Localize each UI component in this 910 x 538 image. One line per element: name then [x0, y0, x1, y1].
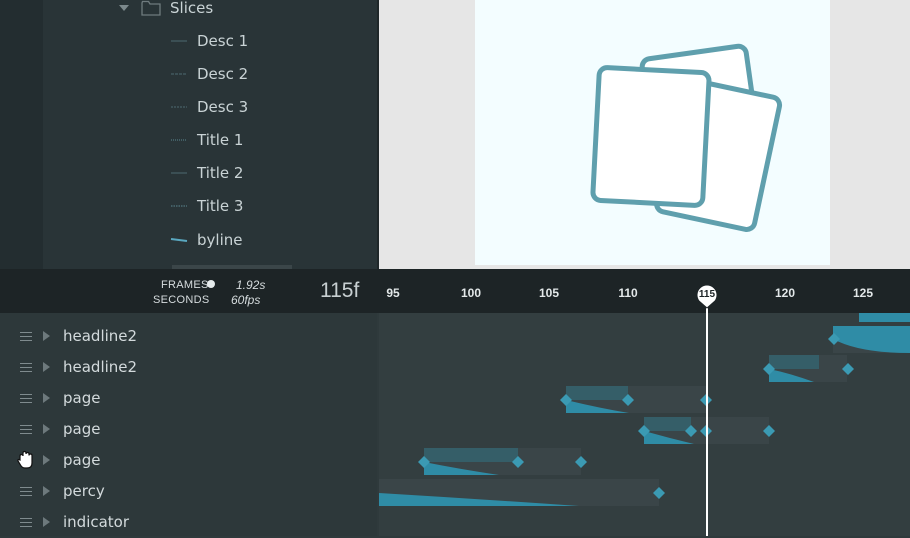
layer-label: Desc 2 — [197, 64, 249, 83]
layer-label: Title 2 — [197, 163, 244, 182]
ruler-tick: 95 — [386, 286, 400, 300]
layer-thumbnail-icon — [171, 204, 187, 207]
track-row[interactable]: page — [0, 383, 377, 414]
timeline-ruler[interactable]: 95 100 105 110 120 125 — [379, 269, 910, 313]
chevron-right-icon[interactable] — [43, 362, 50, 372]
layer-thumbnail-icon — [170, 237, 188, 242]
layer-item[interactable]: Desc 2 — [0, 57, 377, 90]
track-name: page — [63, 389, 101, 407]
timeline-body[interactable] — [379, 313, 910, 536]
track-name: page — [63, 451, 101, 469]
layer-item[interactable]: byline — [0, 223, 377, 256]
drag-handle-icon[interactable] — [20, 425, 32, 434]
frames-label: FRAMES — [161, 279, 209, 291]
tween-bar[interactable] — [424, 448, 581, 475]
layer-label: Desc 1 — [197, 31, 249, 50]
layer-thumbnail-icon — [171, 138, 187, 141]
hand-grab-icon — [17, 450, 33, 469]
layer-thumbnail-icon — [171, 40, 187, 41]
ruler-tick: 125 — [852, 286, 874, 300]
layer-label: Desc 3 — [197, 97, 249, 116]
drag-handle-icon[interactable] — [20, 518, 32, 527]
drag-handle-icon[interactable] — [20, 363, 32, 372]
track-list: headline2 headline2 page page page percy… — [0, 313, 377, 536]
track-name: headline2 — [63, 327, 138, 345]
keyframe-tracks — [379, 313, 910, 506]
track-row[interactable]: indicator — [0, 507, 377, 538]
fps-value: 60fps — [231, 293, 261, 307]
stacked-cards-illustration — [590, 43, 783, 232]
drag-handle-icon[interactable] — [20, 394, 32, 403]
ruler-tick: 105 — [538, 286, 560, 300]
layer-label: Title 1 — [197, 130, 244, 149]
chevron-right-icon[interactable] — [43, 517, 50, 527]
frames-mode-radio[interactable] — [207, 280, 215, 288]
chevron-down-icon[interactable] — [119, 4, 129, 11]
seconds-value: 1.92s — [236, 278, 266, 292]
track-name: headline2 — [63, 358, 138, 376]
track-name: percy — [63, 482, 105, 500]
chevron-right-icon[interactable] — [43, 486, 50, 496]
folder-icon — [141, 0, 161, 16]
current-frame-display[interactable]: 115f — [320, 279, 359, 303]
layer-thumbnail-icon — [171, 172, 187, 173]
ruler-tick: 100 — [460, 286, 482, 300]
track-row[interactable]: page — [0, 414, 377, 445]
layers-panel: Slices Desc 1 Desc 2 Desc 3 Title 1 Titl… — [0, 0, 377, 269]
track-name: page — [63, 420, 101, 438]
track-row[interactable]: percy — [0, 476, 377, 507]
tween-bar[interactable] — [566, 386, 706, 413]
ruler-tick: 110 — [618, 286, 638, 300]
folder-label: Slices — [170, 0, 214, 17]
chevron-right-icon[interactable] — [43, 455, 50, 465]
layer-item[interactable]: Title 2 — [0, 156, 377, 189]
layer-item[interactable]: Desc 3 — [0, 90, 377, 123]
layer-thumbnail-icon — [171, 106, 187, 107]
layer-label: byline — [197, 230, 243, 249]
layer-item[interactable]: Title 3 — [0, 189, 377, 222]
ruler-tick: 120 — [774, 286, 796, 300]
chevron-right-icon[interactable] — [43, 393, 50, 403]
artboard[interactable] — [475, 0, 830, 265]
layer-label: Title 3 — [197, 196, 244, 215]
drag-handle-icon[interactable] — [20, 332, 32, 341]
tween-bar[interactable] — [833, 313, 910, 353]
tween-bar[interactable] — [379, 479, 659, 506]
layer-item[interactable]: Desc 1 — [0, 24, 377, 57]
track-row[interactable]: headline2 — [0, 352, 377, 383]
canvas-area — [379, 0, 910, 269]
track-row[interactable]: page — [0, 445, 377, 476]
layer-thumbnail-icon — [171, 73, 187, 74]
drag-handle-icon[interactable] — [20, 487, 32, 496]
layer-item[interactable]: Title 1 — [0, 123, 377, 156]
seconds-label: SECONDS — [153, 294, 210, 306]
chevron-right-icon[interactable] — [43, 424, 50, 434]
card-front — [590, 65, 712, 208]
track-row[interactable]: headline2 — [0, 321, 377, 352]
chevron-right-icon[interactable] — [43, 331, 50, 341]
tween-bar[interactable] — [769, 355, 847, 382]
playhead-frame-label: 115 — [698, 289, 716, 300]
playhead-line[interactable] — [706, 300, 708, 536]
layer-folder-slices[interactable]: Slices — [0, 0, 377, 24]
track-name: indicator — [63, 513, 130, 531]
